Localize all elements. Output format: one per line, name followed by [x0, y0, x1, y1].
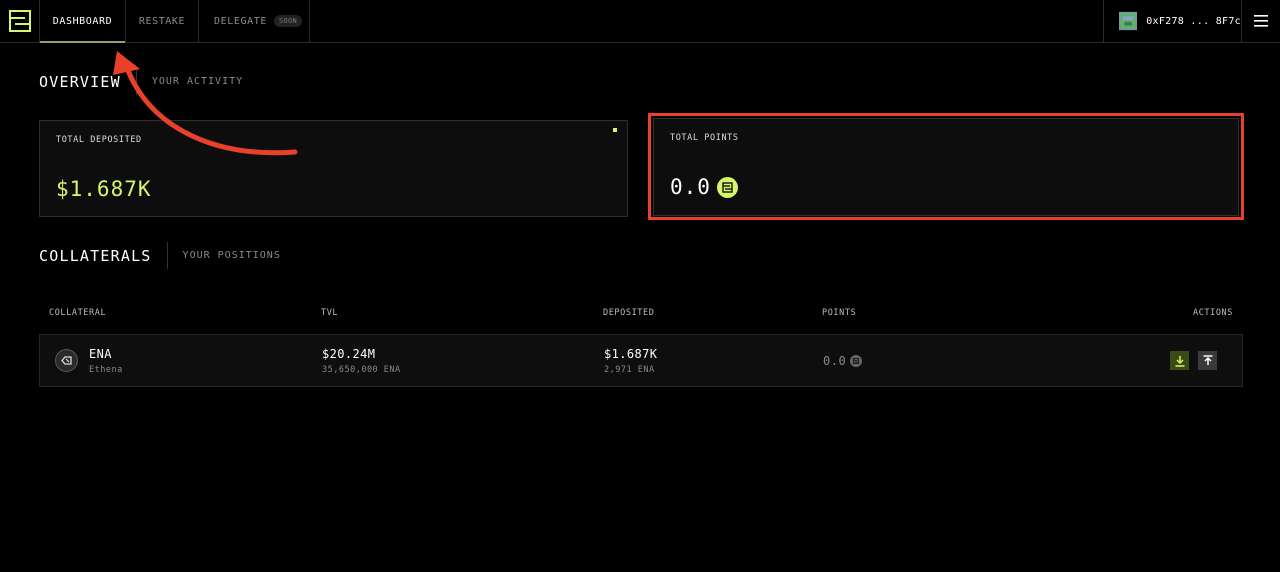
collaterals-header: COLLATERALS YOUR POSITIONS: [39, 242, 281, 269]
tab-delegate-label: DELEGATE: [214, 15, 267, 27]
tab-restake[interactable]: RESTAKE: [125, 0, 198, 42]
table-header: COLLATERAL TVL DEPOSITED POINTS ACTIONS: [39, 308, 1243, 322]
tvl-amount: 35,650,000 ENA: [322, 365, 401, 375]
avatar: [1119, 11, 1138, 31]
total-deposited-card: TOTAL DEPOSITED $1.687K: [39, 120, 628, 217]
row-points-value: 0.0: [823, 354, 847, 368]
total-deposited-label: TOTAL DEPOSITED: [56, 135, 142, 145]
wallet-address: 0xF278 ... 8F7c: [1146, 15, 1241, 27]
column-deposited: DEPOSITED: [603, 308, 655, 318]
accent-dot: [613, 128, 617, 132]
deposited-value: $1.687K: [604, 347, 658, 361]
top-navigation: DASHBOARD RESTAKE DELEGATE SOON 0xF278 .…: [0, 0, 1280, 43]
tab-restake-label: RESTAKE: [138, 15, 186, 27]
column-points: POINTS: [822, 308, 857, 318]
total-points-value-wrap: 0.0: [670, 175, 738, 199]
wallet-button[interactable]: 0xF278 ... 8F7c: [1103, 0, 1242, 42]
points-token-icon: [716, 176, 738, 198]
tvl-value: $20.24M: [322, 347, 376, 361]
collateral-name: Ethena: [89, 365, 123, 375]
points-token-icon: [850, 355, 863, 367]
soon-badge: SOON: [273, 15, 303, 27]
deposit-button[interactable]: [1170, 351, 1189, 370]
collaterals-subtitle: YOUR POSITIONS: [166, 242, 281, 269]
stack-logo-icon[interactable]: [0, 0, 39, 42]
withdraw-button[interactable]: [1198, 351, 1217, 370]
collateral-symbol: ENA: [89, 347, 112, 361]
tab-dashboard-label: DASHBOARD: [52, 15, 113, 27]
column-collateral: COLLATERAL: [49, 308, 107, 318]
total-deposited-value: $1.687K: [56, 177, 152, 201]
ena-token-icon: [55, 349, 78, 372]
overview-title: OVERVIEW: [39, 72, 121, 91]
row-points: 0.0: [823, 354, 863, 368]
upload-icon: [1203, 354, 1212, 365]
tab-dashboard[interactable]: DASHBOARD: [39, 0, 125, 43]
tab-delegate[interactable]: DELEGATE SOON: [198, 0, 310, 42]
total-points-value: 0.0: [670, 175, 711, 199]
download-icon: [1175, 355, 1184, 367]
column-tvl: TVL: [321, 308, 339, 318]
total-points-card: TOTAL POINTS 0.0: [653, 118, 1239, 216]
table-row: ENA Ethena $20.24M 35,650,000 ENA $1.687…: [39, 334, 1243, 387]
column-actions: ACTIONS: [1192, 308, 1233, 318]
total-points-label: TOTAL POINTS: [670, 133, 739, 143]
overview-header: OVERVIEW YOUR ACTIVITY: [39, 68, 243, 95]
overview-subtitle: YOUR ACTIVITY: [135, 68, 243, 95]
hamburger-menu-icon[interactable]: [1242, 0, 1280, 42]
deposited-amount: 2,971 ENA: [604, 365, 655, 375]
collaterals-title: COLLATERALS: [39, 246, 152, 265]
